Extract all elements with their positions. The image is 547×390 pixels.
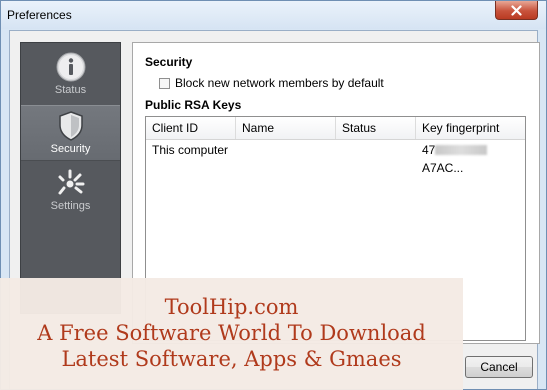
sidebar-item-status[interactable]: Status bbox=[21, 47, 120, 103]
cell-key-fingerprint: 47 A7AC... bbox=[416, 141, 525, 175]
table-header: Client ID Name Status Key fingerprint bbox=[146, 117, 525, 140]
column-header-client-id[interactable]: Client ID bbox=[146, 117, 236, 139]
fingerprint-suffix: A7AC... bbox=[422, 161, 464, 175]
sidebar: Status Security Settings bbox=[20, 42, 121, 314]
column-header-key-fingerprint[interactable]: Key fingerprint bbox=[416, 117, 525, 139]
window-title: Preferences bbox=[7, 8, 72, 22]
table-row[interactable]: This computer 47 A7AC... bbox=[146, 141, 525, 175]
close-button[interactable] bbox=[495, 1, 538, 20]
sidebar-item-security[interactable]: Security bbox=[21, 105, 120, 161]
block-members-option[interactable]: Block new network members by default bbox=[159, 76, 384, 90]
sidebar-item-settings[interactable]: Settings bbox=[21, 163, 120, 219]
sidebar-item-label: Settings bbox=[50, 200, 91, 212]
fingerprint-redaction bbox=[435, 145, 488, 155]
security-heading: Security bbox=[145, 55, 193, 69]
fingerprint-prefix: 47 bbox=[422, 143, 436, 157]
sidebar-item-label: Status bbox=[54, 84, 87, 96]
cancel-button[interactable]: Cancel bbox=[465, 356, 533, 378]
cell-name bbox=[236, 141, 336, 159]
block-members-label: Block new network members by default bbox=[175, 76, 384, 90]
watermark-overlay: ToolHip.com A Free Software World To Dow… bbox=[0, 278, 463, 390]
shield-icon bbox=[58, 111, 83, 141]
watermark-line-1: ToolHip.com bbox=[164, 295, 299, 319]
column-header-name[interactable]: Name bbox=[236, 117, 336, 139]
settings-icon bbox=[58, 169, 84, 195]
title-bar[interactable]: Preferences bbox=[1, 1, 546, 29]
watermark-line-3: Latest Software, Apps & Gmaes bbox=[61, 347, 402, 371]
column-header-status[interactable]: Status bbox=[336, 117, 416, 139]
cell-client-id: This computer bbox=[152, 143, 229, 157]
cell-status bbox=[336, 141, 416, 159]
sidebar-item-label: Security bbox=[50, 143, 91, 155]
block-members-checkbox[interactable] bbox=[159, 77, 170, 89]
rsa-keys-heading: Public RSA Keys bbox=[145, 98, 242, 112]
watermark-line-2: A Free Software World To Download bbox=[37, 321, 426, 345]
info-icon bbox=[56, 52, 85, 82]
close-icon bbox=[511, 4, 522, 16]
